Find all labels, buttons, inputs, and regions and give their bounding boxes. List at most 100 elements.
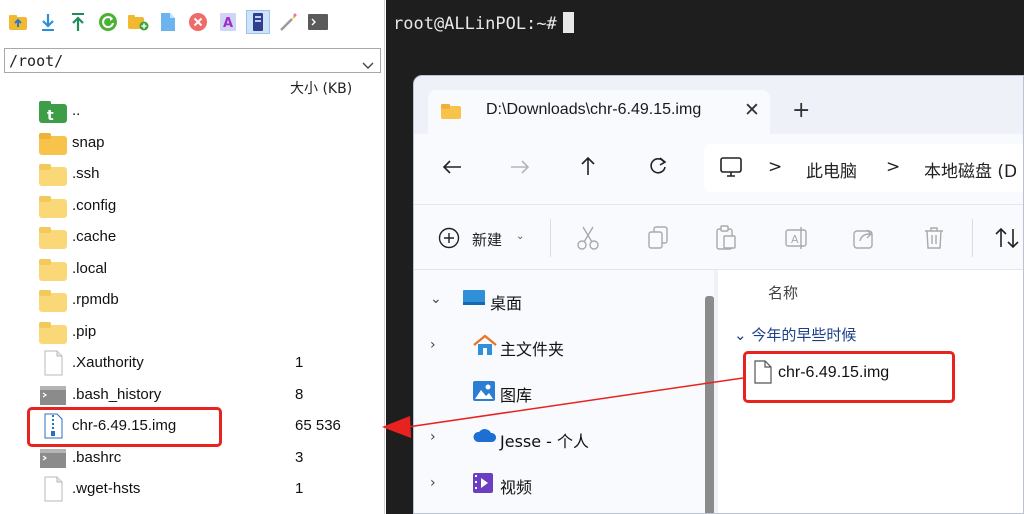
file-size: 1 — [295, 480, 304, 497]
chevron-right-icon[interactable]: › — [430, 475, 436, 491]
nav-label: Jesse - 个人 — [500, 432, 590, 451]
file-size: 3 — [295, 448, 304, 466]
folder-icon — [38, 130, 68, 156]
file-name: .bash_history — [72, 385, 162, 403]
svg-text:A: A — [223, 16, 233, 31]
up-folder-icon[interactable] — [6, 10, 30, 34]
videos-icon — [472, 472, 494, 498]
nav-label: 主文件夹 — [500, 340, 565, 359]
rename-icon[interactable]: A — [784, 225, 808, 255]
file-row[interactable]: .cache — [0, 222, 385, 253]
parent-folder-icon: t — [38, 98, 68, 124]
file-name: .. — [72, 102, 81, 119]
plus-circle-icon[interactable] — [438, 227, 460, 253]
cut-icon[interactable] — [576, 225, 600, 255]
folder-icon — [38, 161, 68, 187]
back-arrow-icon[interactable] — [442, 156, 462, 180]
terminal-icon[interactable] — [306, 10, 330, 34]
file-icon — [38, 476, 68, 502]
close-icon[interactable]: ✕ — [744, 99, 760, 121]
file-name: .ssh — [72, 165, 100, 182]
file-row[interactable]: .config — [0, 191, 385, 222]
file-row[interactable]: t .. — [0, 96, 385, 127]
script-file-icon — [38, 445, 68, 471]
chevron-right-icon[interactable]: > — [886, 157, 900, 177]
folder-icon — [38, 256, 68, 282]
file-row[interactable]: .local — [0, 254, 385, 285]
rename-icon[interactable]: A — [216, 10, 240, 34]
size-column-header[interactable]: 大小 (KB) — [290, 78, 352, 98]
forward-arrow-icon[interactable] — [510, 156, 530, 180]
chevron-down-icon[interactable]: ⌄ — [430, 291, 442, 307]
file-icon — [38, 350, 68, 376]
file-row[interactable]: .Xauthority 1 — [0, 348, 385, 379]
share-icon[interactable] — [852, 225, 876, 255]
nav-scrollbar[interactable] — [705, 296, 714, 513]
refresh-icon[interactable] — [648, 156, 668, 181]
delete-icon[interactable] — [922, 225, 946, 255]
delete-icon[interactable] — [186, 10, 210, 34]
onedrive-cloud-icon — [472, 426, 498, 448]
path-text: /root/ — [9, 52, 64, 70]
file-row[interactable]: .bashrc 3 — [0, 443, 385, 474]
sort-icon[interactable] — [994, 225, 1022, 255]
properties-icon[interactable] — [246, 10, 270, 34]
nav-item-gallery[interactable]: 图库 — [414, 372, 714, 412]
chevron-right-icon[interactable]: › — [430, 429, 436, 445]
explorer-tab[interactable]: D:\Downloads\chr-6.49.15.img ✕ — [428, 90, 770, 134]
svg-text:t: t — [47, 108, 54, 124]
file-size: 65 536 — [295, 417, 341, 434]
folder-icon — [38, 287, 68, 313]
file-row[interactable]: .wget-hsts 1 — [0, 474, 385, 505]
new-button[interactable]: 新建 — [472, 229, 502, 250]
file-name: .Xauthority — [72, 354, 144, 371]
new-file-icon[interactable] — [156, 10, 180, 34]
download-icon[interactable] — [36, 10, 60, 34]
file-row[interactable]: .bash_history 8 — [0, 380, 385, 411]
nav-item-home[interactable]: › 主文件夹 — [414, 326, 714, 366]
breadcrumb-item[interactable]: 本地磁盘 (D — [924, 157, 1017, 182]
screenshot-root: A /root/ 大小 (KB) t .. snap .ssh .config … — [0, 0, 1024, 514]
home-icon — [472, 334, 498, 360]
file-name: .bashrc — [72, 448, 122, 466]
nav-item-onedrive[interactable]: › Jesse - 个人 — [414, 418, 714, 458]
nav-label: 视频 — [500, 478, 533, 497]
nav-label: 图库 — [500, 386, 533, 405]
prompt-text: root@ALLinPOL:~# — [393, 14, 557, 34]
file-name: .local — [72, 259, 108, 277]
nav-item-videos[interactable]: › 视频 — [414, 464, 714, 504]
up-arrow-icon[interactable] — [580, 156, 596, 181]
file-row[interactable]: .ssh — [0, 159, 385, 190]
copy-icon[interactable] — [646, 225, 670, 255]
file-row[interactable]: .pip — [0, 317, 385, 348]
folder-icon — [440, 102, 462, 124]
terminal-cursor — [562, 12, 574, 33]
file-name: .cache — [72, 228, 117, 245]
chevron-down-icon[interactable]: ⌄ — [516, 231, 524, 242]
path-dropdown[interactable]: /root/ — [4, 48, 381, 73]
highlight-box-right — [743, 351, 955, 403]
address-bar[interactable]: > 此电脑 > 本地磁盘 (D — [704, 144, 1023, 192]
file-row[interactable]: .rpmdb — [0, 285, 385, 316]
upload-icon[interactable] — [66, 10, 90, 34]
highlight-box-left — [27, 407, 222, 447]
folder-icon — [38, 319, 68, 345]
file-size: 8 — [295, 385, 304, 403]
chevron-right-icon[interactable]: › — [430, 337, 436, 353]
refresh-icon[interactable] — [96, 10, 120, 34]
nav-label: 桌面 — [490, 294, 523, 313]
breadcrumb-item[interactable]: 此电脑 — [806, 157, 857, 182]
name-column-header[interactable]: 名称 — [768, 282, 798, 303]
nav-item-desktop[interactable]: ⌄ 桌面 — [414, 280, 714, 320]
file-row[interactable]: snap — [0, 128, 385, 159]
paste-icon[interactable] — [714, 225, 738, 255]
new-folder-icon[interactable] — [126, 10, 150, 34]
chevron-down-icon: ⌄ — [734, 326, 752, 344]
chevron-down-icon[interactable] — [362, 55, 374, 74]
chevron-right-icon[interactable]: > — [768, 157, 782, 177]
new-tab-button[interactable]: + — [792, 98, 810, 123]
file-explorer-window: D:\Downloads\chr-6.49.15.img ✕ + > 此电脑 >… — [413, 75, 1024, 514]
file-name: .wget-hsts — [72, 480, 141, 497]
edit-icon[interactable] — [276, 10, 300, 34]
group-header[interactable]: ⌄ 今年的早些时候 — [734, 324, 856, 345]
